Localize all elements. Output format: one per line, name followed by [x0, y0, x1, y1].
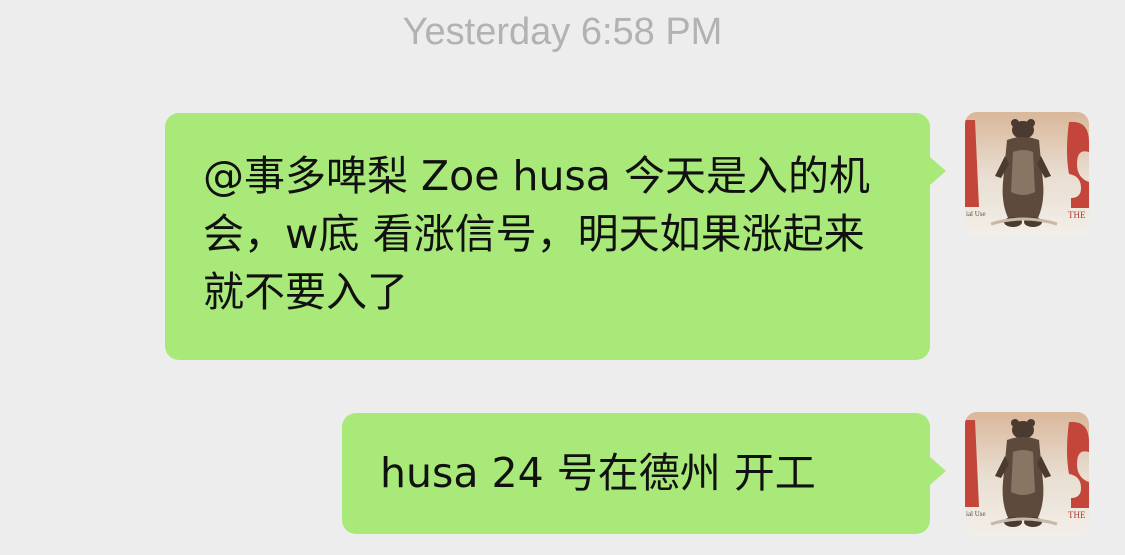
avatar-caption-right: THE — [1068, 210, 1086, 220]
message-text: @事多啤梨 Zoe husa 今天是入的机会，w底 看涨信号，明天如果涨起来就不… — [203, 152, 870, 316]
avatar[interactable]: ial Use THE — [965, 412, 1089, 536]
bear-avatar-icon: ial Use THE — [965, 412, 1089, 536]
avatar-caption-left: ial Use — [966, 210, 986, 218]
message-bubble[interactable]: @事多啤梨 Zoe husa 今天是入的机会，w底 看涨信号，明天如果涨起来就不… — [165, 113, 946, 360]
message-bubble[interactable]: husa 24 号在德州 开工 — [342, 413, 946, 534]
avatar-caption-left: ial Use — [966, 510, 986, 518]
bear-avatar-icon: ial Use THE — [965, 112, 1089, 236]
avatar[interactable]: ial Use THE — [965, 112, 1089, 236]
message-text: husa 24 号在德州 开工 — [380, 449, 816, 497]
message-timestamp: Yesterday 6:58 PM — [402, 11, 723, 53]
avatar-caption-right: THE — [1068, 510, 1086, 520]
